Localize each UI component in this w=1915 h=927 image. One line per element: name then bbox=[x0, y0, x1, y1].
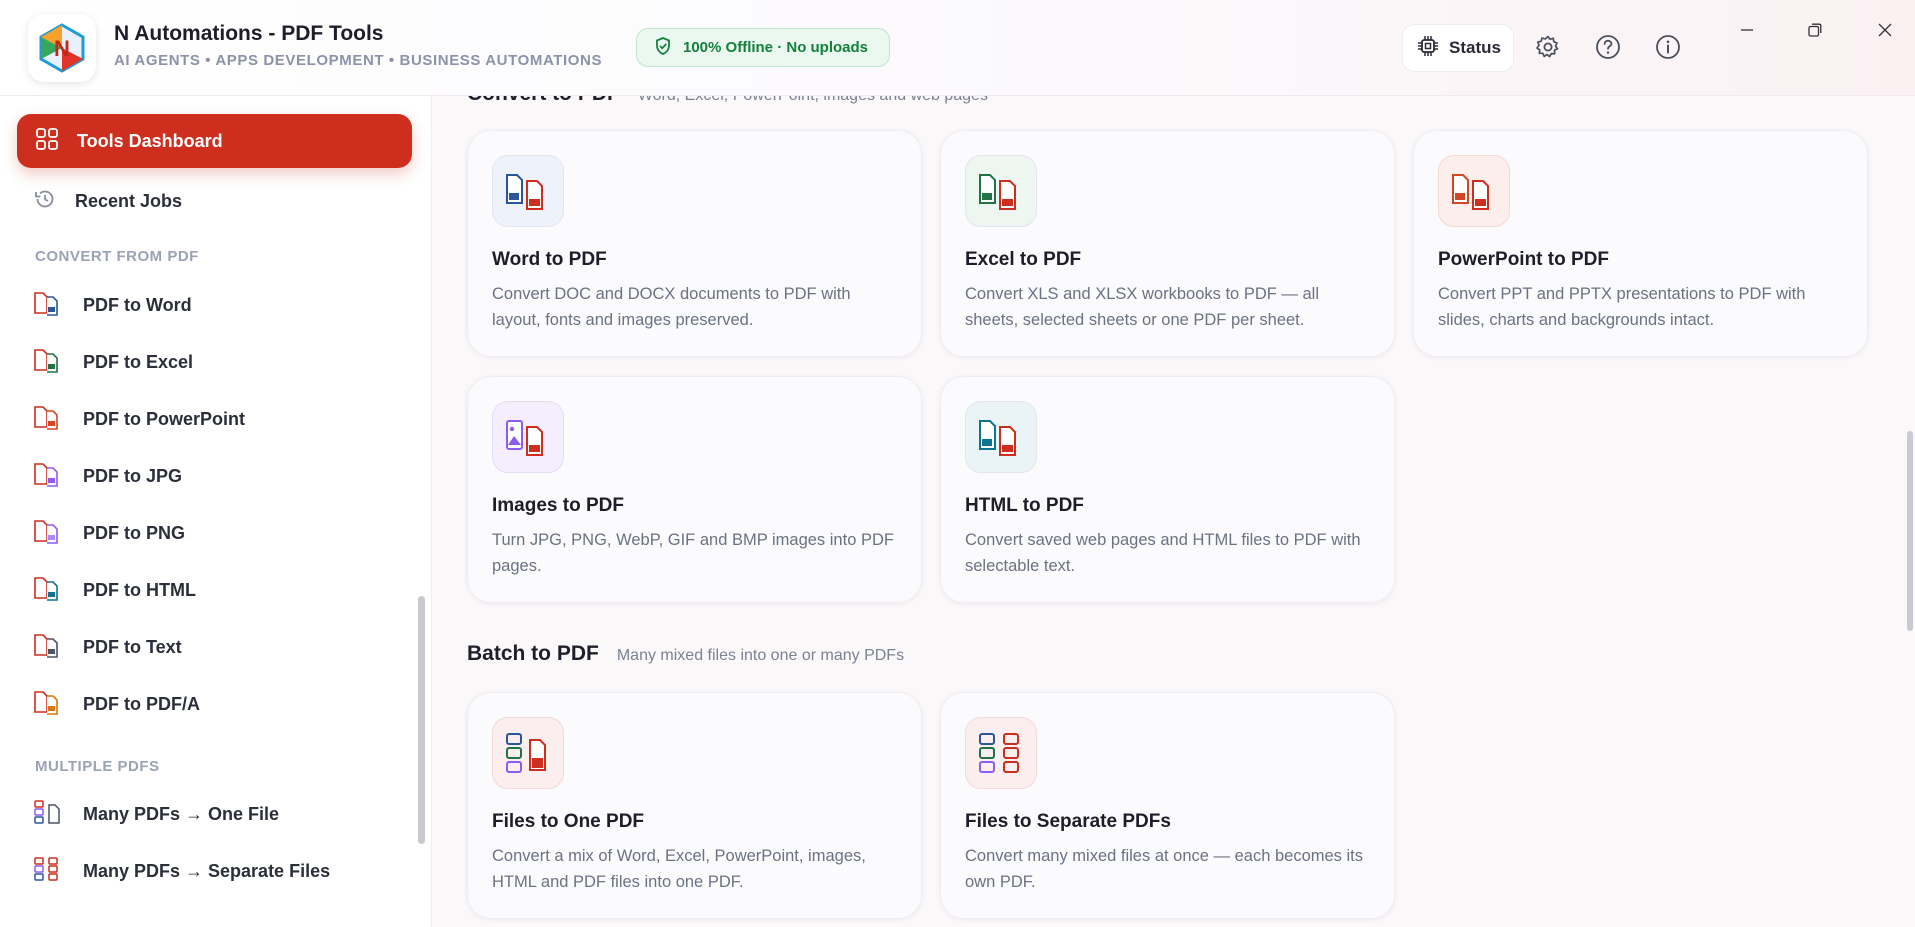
sidebar-item-label: PDF to PDF/A bbox=[83, 693, 200, 714]
sidebar-item-label: PDF to Text bbox=[83, 636, 182, 657]
tool-card-html-to-pdf[interactable]: HTML to PDF Convert saved web pages and … bbox=[940, 376, 1395, 603]
svg-text:N: N bbox=[54, 36, 70, 61]
section-label-multiple-pdfs: MULTIPLE PDFS bbox=[35, 758, 160, 775]
card-title: Excel to PDF bbox=[965, 249, 1082, 270]
shield-check-icon bbox=[653, 36, 673, 60]
card-title: PowerPoint to PDF bbox=[1438, 249, 1609, 270]
section-title: Convert to PDF bbox=[467, 96, 620, 106]
tool-card-files-to-separate-pdfs[interactable]: Files to Separate PDFs Convert many mixe… bbox=[940, 692, 1395, 919]
section-header-convert-to-pdf: Convert to PDF Word, Excel, PowerPoint, … bbox=[467, 96, 988, 106]
sidebar-item-label: Many PDFs → Separate Files bbox=[83, 860, 331, 881]
card-description: Convert many mixed files at once — each … bbox=[965, 847, 1364, 891]
tool-card-powerpoint-to-pdf[interactable]: PowerPoint to PDF Convert PPT and PPTX p… bbox=[1413, 130, 1868, 357]
sidebar-item-label: PDF to HTML bbox=[83, 579, 196, 600]
app-subtitle: AI AGENTS • APPS DEVELOPMENT • BUSINESS … bbox=[114, 52, 603, 69]
merge-pdfs-icon bbox=[33, 799, 65, 830]
sidebar-item-pdf-to-pdfa[interactable]: PDF to PDF/A bbox=[33, 684, 200, 724]
title-bar: N N Automations - PDF Tools AI AGENTS • … bbox=[0, 0, 1915, 96]
section-description: Word, Excel, PowerPoint, images and web … bbox=[638, 96, 988, 105]
sidebar-item-pdf-to-html[interactable]: PDF to HTML bbox=[33, 570, 196, 610]
pdf-to-png-icon bbox=[33, 518, 65, 549]
split-pdfs-icon bbox=[33, 856, 65, 887]
history-icon bbox=[33, 187, 57, 216]
card-title: Images to PDF bbox=[492, 495, 624, 516]
restore-icon[interactable] bbox=[1793, 14, 1837, 46]
sidebar-item-label: Recent Jobs bbox=[75, 190, 183, 211]
tool-card-word-to-pdf[interactable]: Word to PDF Convert DOC and DOCX documen… bbox=[467, 130, 922, 357]
card-description: Convert XLS and XLSX workbooks to PDF — … bbox=[965, 285, 1319, 329]
sidebar-item-pdf-to-word[interactable]: PDF to Word bbox=[33, 285, 192, 325]
sidebar-item-many-pdfs-one-file[interactable]: Many PDFs → One File bbox=[33, 794, 279, 834]
offline-badge-label: 100% Offline · No uploads bbox=[683, 39, 869, 56]
card-description: Convert saved web pages and HTML files t… bbox=[965, 531, 1361, 575]
app-title: N Automations - PDF Tools bbox=[114, 22, 384, 45]
images-to-pdf-icon bbox=[492, 401, 564, 473]
sidebar-item-label: Tools Dashboard bbox=[77, 130, 223, 151]
sidebar-item-label: PDF to PNG bbox=[83, 522, 185, 543]
info-icon[interactable] bbox=[1653, 32, 1683, 62]
grid-icon bbox=[35, 127, 59, 156]
pdf-to-powerpoint-icon bbox=[33, 404, 65, 435]
app-logo: N bbox=[28, 14, 96, 82]
tool-card-excel-to-pdf[interactable]: Excel to PDF Convert XLS and XLSX workbo… bbox=[940, 130, 1395, 357]
pdf-to-jpg-icon bbox=[33, 461, 65, 492]
sidebar-item-label: PDF to JPG bbox=[83, 465, 183, 486]
card-title: Files to One PDF bbox=[492, 811, 645, 832]
pdf-to-text-icon bbox=[33, 632, 65, 663]
offline-badge: 100% Offline · No uploads bbox=[636, 28, 890, 67]
sidebar-scrollbar[interactable] bbox=[418, 596, 425, 844]
main-content: Convert to PDF Word, Excel, PowerPoint, … bbox=[432, 96, 1915, 927]
sidebar-item-label: PDF to Excel bbox=[83, 351, 194, 372]
sidebar-item-pdf-to-text[interactable]: PDF to Text bbox=[33, 627, 182, 667]
card-title: HTML to PDF bbox=[965, 495, 1084, 516]
excel-to-pdf-icon bbox=[965, 155, 1037, 227]
settings-gear-icon[interactable] bbox=[1533, 32, 1563, 62]
sidebar-item-label: Many PDFs → One File bbox=[83, 803, 280, 824]
section-header-batch-to-pdf: Batch to PDF Many mixed files into one o… bbox=[467, 642, 904, 666]
status-button-label: Status bbox=[1449, 38, 1501, 57]
files-to-separate-pdfs-icon bbox=[965, 717, 1037, 789]
help-icon[interactable] bbox=[1593, 32, 1623, 62]
sidebar-item-pdf-to-jpg[interactable]: PDF to JPG bbox=[33, 456, 182, 496]
tool-card-files-to-one-pdf[interactable]: Files to One PDF Convert a mix of Word, … bbox=[467, 692, 922, 919]
pdf-to-excel-icon bbox=[33, 347, 65, 378]
sidebar-item-many-pdfs-separate-files[interactable]: Many PDFs → Separate Files bbox=[33, 851, 330, 891]
logo-icon: N bbox=[39, 23, 85, 73]
sidebar-item-recent-jobs[interactable]: Recent Jobs bbox=[33, 181, 182, 221]
card-description: Convert DOC and DOCX documents to PDF wi… bbox=[492, 285, 851, 329]
card-description: Convert a mix of Word, Excel, PowerPoint… bbox=[492, 847, 866, 891]
minimize-icon[interactable] bbox=[1725, 14, 1769, 46]
section-label-convert-from-pdf: CONVERT FROM PDF bbox=[35, 248, 199, 265]
status-button[interactable]: Status bbox=[1402, 24, 1514, 72]
powerpoint-to-pdf-icon bbox=[1438, 155, 1510, 227]
cpu-icon bbox=[1417, 35, 1439, 62]
main-scrollbar[interactable] bbox=[1907, 431, 1913, 631]
sidebar-item-pdf-to-powerpoint[interactable]: PDF to PowerPoint bbox=[33, 399, 245, 439]
sidebar-item-label: PDF to Word bbox=[83, 294, 192, 315]
card-title: Word to PDF bbox=[492, 249, 607, 270]
pdf-to-html-icon bbox=[33, 575, 65, 606]
close-icon[interactable] bbox=[1863, 14, 1907, 46]
word-to-pdf-icon bbox=[492, 155, 564, 227]
sidebar-item-tools-dashboard[interactable]: Tools Dashboard bbox=[17, 114, 412, 168]
sidebar-item-label: PDF to PowerPoint bbox=[83, 408, 245, 429]
card-title: Files to Separate PDFs bbox=[965, 811, 1171, 832]
sidebar-item-pdf-to-excel[interactable]: PDF to Excel bbox=[33, 342, 193, 382]
pdf-to-pdfa-icon bbox=[33, 689, 65, 720]
card-description: Convert PPT and PPTX presentations to PD… bbox=[1438, 285, 1806, 329]
files-to-one-pdf-icon bbox=[492, 717, 564, 789]
section-description: Many mixed files into one or many PDFs bbox=[616, 647, 905, 664]
sidebar-item-pdf-to-png[interactable]: PDF to PNG bbox=[33, 513, 185, 553]
card-description: Turn JPG, PNG, WebP, GIF and BMP images … bbox=[492, 531, 894, 575]
pdf-to-word-icon bbox=[33, 290, 65, 321]
section-title: Batch to PDF bbox=[467, 642, 599, 665]
html-to-pdf-icon bbox=[965, 401, 1037, 473]
sidebar: Tools Dashboard Recent Jobs CONVERT FROM… bbox=[0, 96, 432, 927]
tool-card-images-to-pdf[interactable]: Images to PDF Turn JPG, PNG, WebP, GIF a… bbox=[467, 376, 922, 603]
